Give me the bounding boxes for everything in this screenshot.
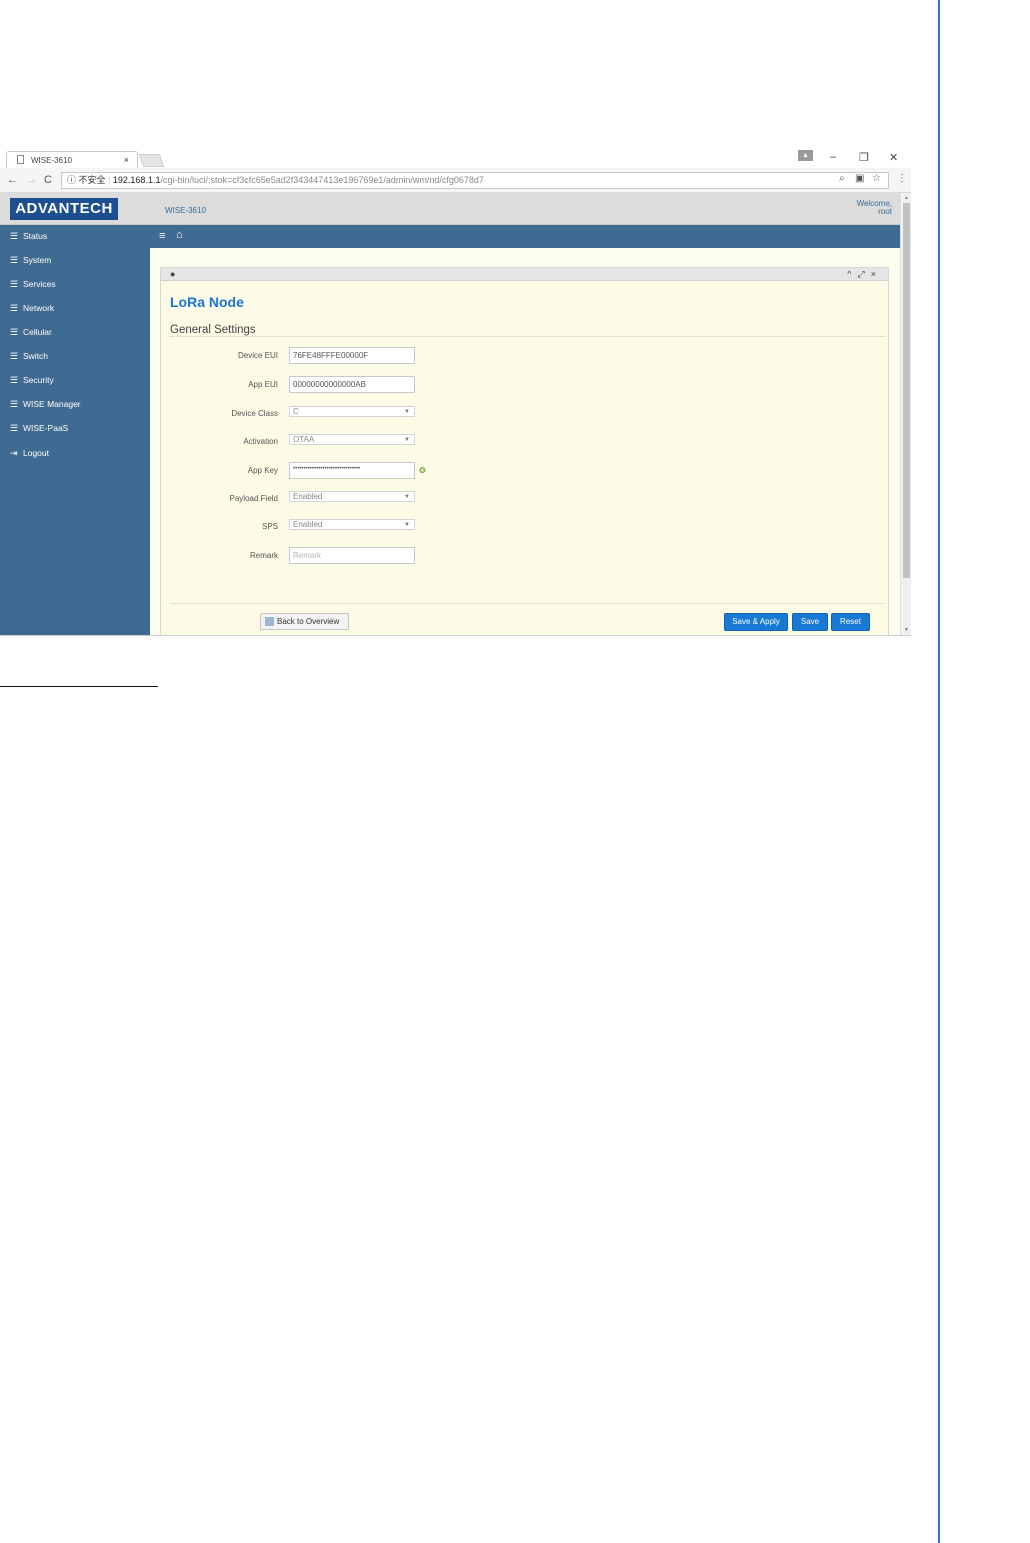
list-icon: ☰ (10, 423, 19, 433)
url-host: 192.168.1.1 (112, 175, 161, 185)
page-margin-rule (938, 0, 940, 1543)
new-tab-button[interactable] (138, 154, 165, 167)
translate-icon[interactable]: ▣ (855, 173, 864, 184)
section-divider (170, 336, 885, 337)
tab-close-icon[interactable]: × (124, 155, 129, 165)
reload-icon[interactable]: C (44, 174, 52, 186)
list-icon: ☰ (10, 327, 19, 337)
list-icon: ☰ (10, 351, 19, 361)
advantech-logo: ADVANTECH (10, 198, 118, 220)
payload-field-select[interactable]: Enabled ▼ (289, 491, 415, 502)
list-icon: ☰ (10, 399, 19, 409)
security-label: 不安全 (78, 175, 106, 185)
menu-dots-icon[interactable]: ⋮ (897, 173, 907, 184)
logout-icon: ⇥ (10, 448, 18, 458)
footnote-separator (0, 686, 158, 687)
list-back-icon (265, 617, 274, 627)
reset-button[interactable]: Reset (831, 613, 870, 631)
device-eui-input[interactable]: 76FE48FFFE00000F (289, 347, 415, 364)
app-eui-input[interactable]: 00000000000000AB (289, 376, 415, 393)
payload-field-label: Payload Field (229, 494, 278, 503)
sidebar-item-wise-manager[interactable]: ☰ WISE Manager (10, 399, 81, 410)
device-class-select[interactable]: C ▼ (289, 406, 415, 417)
list-icon: ☰ (10, 279, 19, 289)
browser-window: WISE-3610 × ▲ – ❐ ✕ ← → C ⓘ 不安全 | 192.16… (0, 147, 911, 636)
sidebar-item-status[interactable]: ☰ Status (10, 231, 47, 242)
info-circle-icon: ● (170, 269, 176, 279)
scroll-down-icon[interactable]: ▼ (904, 627, 909, 633)
app-header: ADVANTECH WISE-3610 Welcome, root (0, 193, 900, 225)
fullscreen-icon[interactable]: ⤢ (858, 269, 871, 279)
remark-label: Remark (249, 551, 278, 560)
footer-divider (170, 603, 885, 604)
device-eui-label: Device EUI (237, 351, 278, 360)
bookmark-star-icon[interactable]: ☆ (872, 173, 881, 184)
address-row: ← → C ⓘ 不安全 | 192.168.1.1/cgi-bin/luci/;… (0, 168, 911, 193)
minimize-button[interactable]: – (830, 151, 836, 163)
profile-icon[interactable]: ▲ (798, 150, 813, 161)
sidebar-item-system[interactable]: ☰ System (10, 255, 51, 266)
activation-label: Activation (243, 437, 278, 446)
zoom-icon[interactable]: ⌕ (839, 173, 845, 184)
settings-panel: ● ^⤢× LoRa Node General Settings Device … (160, 267, 889, 635)
tab-title: WISE-3610 (31, 156, 72, 165)
document-icon (17, 155, 24, 164)
collapse-icon[interactable]: ^ (847, 269, 857, 279)
save-apply-button[interactable]: Save & Apply (724, 613, 788, 631)
panel-tools: ^⤢× (847, 269, 882, 280)
forward-arrow-icon[interactable]: → (26, 174, 37, 186)
reveal-password-icon[interactable]: ❂ (419, 466, 426, 475)
app-key-input[interactable]: •••••••••••••••••••••••••••••••• (289, 462, 415, 479)
sidebar-item-cellular[interactable]: ☰ Cellular (10, 327, 52, 338)
sidebar-item-switch[interactable]: ☰ Switch (10, 351, 48, 362)
scroll-thumb[interactable] (903, 203, 910, 578)
tab-strip: WISE-3610 × ▲ – ❐ ✕ (0, 147, 911, 168)
sidebar-item-services[interactable]: ☰ Services (10, 279, 56, 290)
sps-label: SPS (261, 522, 278, 531)
list-icon: ☰ (10, 231, 19, 241)
product-name: WISE-3610 (165, 206, 206, 215)
section-title: General Settings (170, 324, 256, 336)
page-scrollbar[interactable]: ▲ ▼ (900, 193, 911, 635)
sidebar: ☰ Status ☰ System ☰ Services ☰ Network ☰ Cell… (0, 225, 150, 635)
url-path: /cgi-bin/luci/;stok=cf3cfc65e5ad2f343447… (160, 175, 484, 185)
back-to-overview-button[interactable]: Back to Overview (260, 613, 349, 630)
main-content: ● ^⤢× LoRa Node General Settings Device … (150, 248, 900, 635)
welcome-text: Welcome, root (857, 200, 892, 216)
app-key-label: App Key (247, 466, 278, 475)
back-arrow-icon[interactable]: ← (7, 174, 18, 186)
panel-header: ● ^⤢× (161, 268, 888, 281)
dropdown-arrow-icon: ▼ (404, 494, 410, 500)
browser-tab[interactable]: WISE-3610 × (6, 151, 138, 168)
page-title: LoRa Node (170, 294, 244, 310)
sidebar-item-logout[interactable]: ⇥ Logout (10, 448, 49, 459)
list-icon: ☰ (10, 375, 19, 385)
content-toolbar: ≡ ⌂ (150, 225, 900, 248)
home-icon[interactable]: ⌂ (176, 229, 183, 241)
sidebar-item-wise-paas[interactable]: ☰ WISE-PaaS (10, 423, 68, 434)
username: root (878, 207, 892, 216)
close-window-button[interactable]: ✕ (889, 151, 898, 164)
hamburger-menu-icon[interactable]: ≡ (159, 230, 165, 242)
info-icon[interactable]: ⓘ (67, 173, 76, 188)
remark-input[interactable]: Remark (289, 547, 415, 564)
app-eui-label: App EUI (248, 380, 278, 389)
panel-close-icon[interactable]: × (871, 269, 882, 279)
sidebar-item-network[interactable]: ☰ Network (10, 303, 54, 314)
device-class-label: Device Class (231, 409, 278, 418)
dropdown-arrow-icon: ▼ (404, 409, 410, 415)
list-icon: ☰ (10, 255, 19, 265)
dropdown-arrow-icon: ▼ (404, 437, 410, 443)
list-icon: ☰ (10, 303, 19, 313)
save-button[interactable]: Save (792, 613, 828, 631)
url-bar[interactable]: ⓘ 不安全 | 192.168.1.1/cgi-bin/luci/;stok=c… (61, 172, 889, 189)
sidebar-item-security[interactable]: ☰ Security (10, 375, 54, 386)
restore-button[interactable]: ❐ (859, 151, 869, 164)
sps-select[interactable]: Enabled ▼ (289, 519, 415, 530)
scroll-up-icon[interactable]: ▲ (904, 195, 909, 201)
dropdown-arrow-icon: ▼ (404, 522, 410, 528)
activation-select[interactable]: OTAA ▼ (289, 434, 415, 445)
